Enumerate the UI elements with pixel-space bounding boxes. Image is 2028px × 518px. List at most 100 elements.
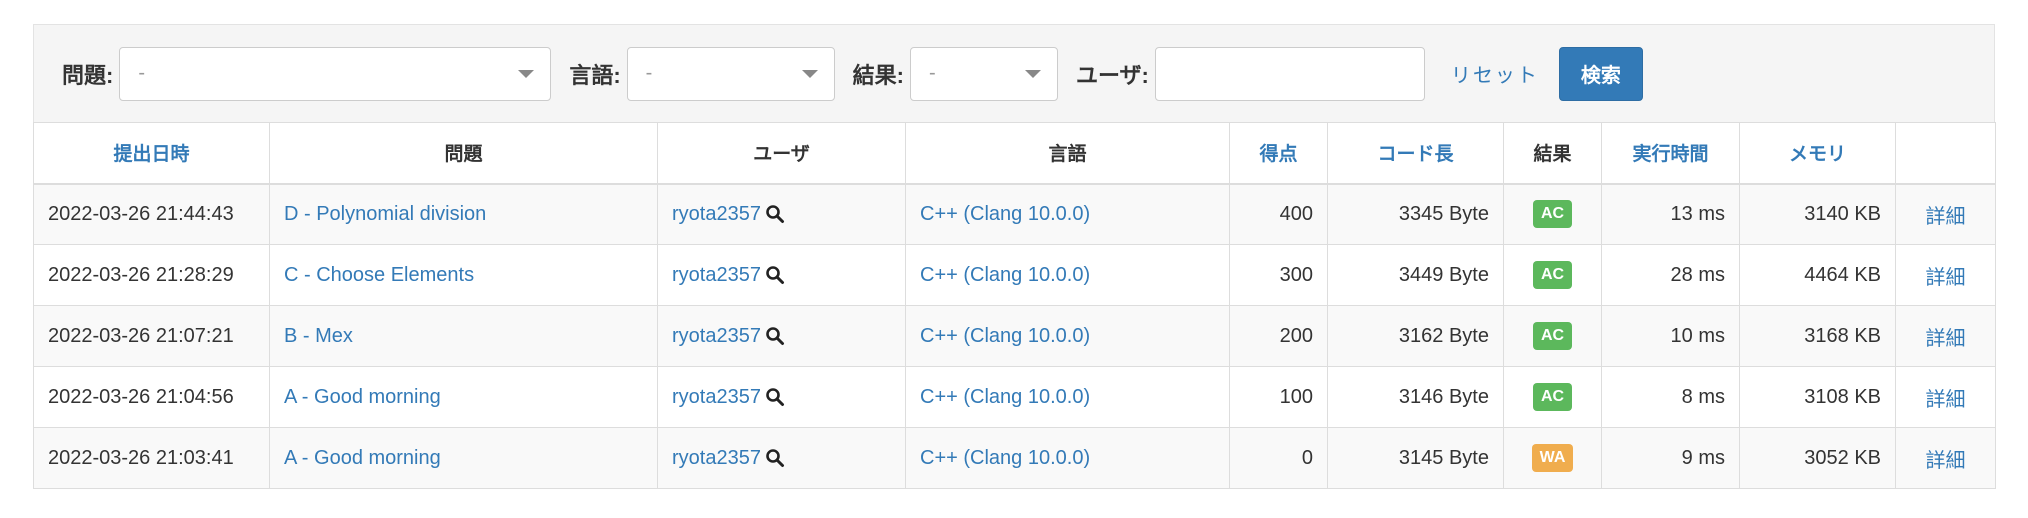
table-header-row: 提出日時 問題 ユーザ 言語 得点 コード長 結果 実行時間 メモリ bbox=[33, 122, 1996, 185]
header-problem: 問題 bbox=[269, 122, 658, 185]
language-link[interactable]: C++ (Clang 10.0.0) bbox=[905, 427, 1230, 489]
status-badge: AC bbox=[1532, 261, 1573, 289]
score-cell: 0 bbox=[1229, 427, 1328, 489]
memory-cell: 3052 KB bbox=[1739, 427, 1896, 489]
submission-time: 2022-03-26 21:04:56 bbox=[33, 366, 270, 428]
status-badge: WA bbox=[1531, 444, 1574, 472]
language-select[interactable]: - bbox=[626, 46, 835, 101]
score-cell: 300 bbox=[1229, 244, 1328, 306]
search-button[interactable]: 検索 bbox=[1558, 46, 1643, 101]
exec-time-cell: 13 ms bbox=[1601, 183, 1740, 245]
detail-link[interactable]: 詳細 bbox=[1895, 183, 1996, 245]
memory-cell: 4464 KB bbox=[1739, 244, 1896, 306]
score-cell: 100 bbox=[1229, 366, 1328, 428]
code-length-cell: 3162 Byte bbox=[1327, 305, 1504, 367]
result-cell: AC bbox=[1503, 244, 1602, 306]
problem-link[interactable]: A - Good morning bbox=[269, 366, 658, 428]
status-badge: AC bbox=[1532, 322, 1573, 350]
code-length-cell: 3449 Byte bbox=[1327, 244, 1504, 306]
chevron-down-icon bbox=[801, 69, 818, 78]
user-cell: ryota2357 bbox=[657, 244, 906, 306]
language-link[interactable]: C++ (Clang 10.0.0) bbox=[905, 183, 1230, 245]
result-cell: WA bbox=[1503, 427, 1602, 489]
table-row: 2022-03-26 21:28:29 C - Choose Elements … bbox=[33, 244, 1996, 306]
problem-link[interactable]: C - Choose Elements bbox=[269, 244, 658, 306]
filter-bar: 問題: - 言語: - 結果: - ユーザ: リセット 検索 bbox=[33, 24, 1995, 122]
result-select[interactable]: - bbox=[909, 46, 1058, 101]
chevron-down-icon bbox=[1024, 69, 1041, 78]
memory-cell: 3140 KB bbox=[1739, 183, 1896, 245]
table-row: 2022-03-26 21:04:56 A - Good morning ryo… bbox=[33, 366, 1996, 428]
problem-select-value: - bbox=[138, 62, 145, 84]
language-link[interactable]: C++ (Clang 10.0.0) bbox=[905, 305, 1230, 367]
header-result: 結果 bbox=[1503, 122, 1602, 185]
user-input[interactable] bbox=[1154, 46, 1425, 101]
problem-link[interactable]: D - Polynomial division bbox=[269, 183, 658, 245]
submissions-table: 提出日時 問題 ユーザ 言語 得点 コード長 結果 実行時間 メモリ 2022-… bbox=[33, 122, 1996, 489]
language-link[interactable]: C++ (Clang 10.0.0) bbox=[905, 244, 1230, 306]
user-cell: ryota2357 bbox=[657, 427, 906, 489]
memory-cell: 3168 KB bbox=[1739, 305, 1896, 367]
search-icon[interactable] bbox=[765, 265, 785, 285]
exec-time-cell: 9 ms bbox=[1601, 427, 1740, 489]
user-cell: ryota2357 bbox=[657, 366, 906, 428]
problem-link[interactable]: B - Mex bbox=[269, 305, 658, 367]
problem-select[interactable]: - bbox=[119, 46, 552, 101]
user-link[interactable]: ryota2357 bbox=[672, 325, 761, 348]
header-submitted-at[interactable]: 提出日時 bbox=[33, 122, 270, 185]
result-cell: AC bbox=[1503, 305, 1602, 367]
user-cell: ryota2357 bbox=[657, 305, 906, 367]
result-filter-label: 結果: bbox=[852, 62, 904, 88]
code-length-cell: 3145 Byte bbox=[1327, 427, 1504, 489]
detail-link[interactable]: 詳細 bbox=[1895, 305, 1996, 367]
code-length-cell: 3345 Byte bbox=[1327, 183, 1504, 245]
detail-link[interactable]: 詳細 bbox=[1895, 427, 1996, 489]
exec-time-cell: 8 ms bbox=[1601, 366, 1740, 428]
submissions-panel: 問題: - 言語: - 結果: - ユーザ: リセット 検索 提出日時 問題 ユ… bbox=[33, 24, 1996, 489]
header-language: 言語 bbox=[905, 122, 1230, 185]
result-cell: AC bbox=[1503, 183, 1602, 245]
header-code-length[interactable]: コード長 bbox=[1327, 122, 1504, 185]
header-score[interactable]: 得点 bbox=[1229, 122, 1328, 185]
problem-link[interactable]: A - Good morning bbox=[269, 427, 658, 489]
header-user: ユーザ bbox=[657, 122, 906, 185]
user-filter-label: ユーザ: bbox=[1075, 62, 1149, 88]
detail-link[interactable]: 詳細 bbox=[1895, 366, 1996, 428]
language-filter-label: 言語: bbox=[569, 62, 621, 88]
user-link[interactable]: ryota2357 bbox=[672, 447, 761, 470]
exec-time-cell: 28 ms bbox=[1601, 244, 1740, 306]
status-badge: AC bbox=[1532, 383, 1573, 411]
score-cell: 200 bbox=[1229, 305, 1328, 367]
table-row: 2022-03-26 21:44:43 D - Polynomial divis… bbox=[33, 183, 1996, 245]
exec-time-cell: 10 ms bbox=[1601, 305, 1740, 367]
submission-time: 2022-03-26 21:44:43 bbox=[33, 183, 270, 245]
memory-cell: 3108 KB bbox=[1739, 366, 1896, 428]
search-icon[interactable] bbox=[765, 448, 785, 468]
table-row: 2022-03-26 21:03:41 A - Good morning ryo… bbox=[33, 427, 1996, 489]
detail-link[interactable]: 詳細 bbox=[1895, 244, 1996, 306]
search-icon[interactable] bbox=[765, 204, 785, 224]
search-icon[interactable] bbox=[765, 387, 785, 407]
header-exec-time[interactable]: 実行時間 bbox=[1601, 122, 1740, 185]
problem-filter-label: 問題: bbox=[62, 62, 114, 88]
language-select-value: - bbox=[645, 62, 653, 84]
result-select-value: - bbox=[928, 62, 936, 84]
score-cell: 400 bbox=[1229, 183, 1328, 245]
search-icon[interactable] bbox=[765, 326, 785, 346]
submission-time: 2022-03-26 21:07:21 bbox=[33, 305, 270, 367]
chevron-down-icon bbox=[518, 69, 535, 78]
status-badge: AC bbox=[1532, 200, 1573, 229]
user-cell: ryota2357 bbox=[657, 183, 906, 245]
reset-link[interactable]: リセット bbox=[1451, 59, 1539, 88]
user-link[interactable]: ryota2357 bbox=[672, 386, 761, 409]
user-link[interactable]: ryota2357 bbox=[672, 203, 761, 226]
result-cell: AC bbox=[1503, 366, 1602, 428]
header-detail bbox=[1895, 122, 1996, 185]
code-length-cell: 3146 Byte bbox=[1327, 366, 1504, 428]
table-row: 2022-03-26 21:07:21 B - Mex ryota2357 C+… bbox=[33, 305, 1996, 367]
submission-time: 2022-03-26 21:03:41 bbox=[33, 427, 270, 489]
submission-time: 2022-03-26 21:28:29 bbox=[33, 244, 270, 306]
header-memory[interactable]: メモリ bbox=[1739, 122, 1896, 185]
language-link[interactable]: C++ (Clang 10.0.0) bbox=[905, 366, 1230, 428]
user-link[interactable]: ryota2357 bbox=[672, 264, 761, 287]
